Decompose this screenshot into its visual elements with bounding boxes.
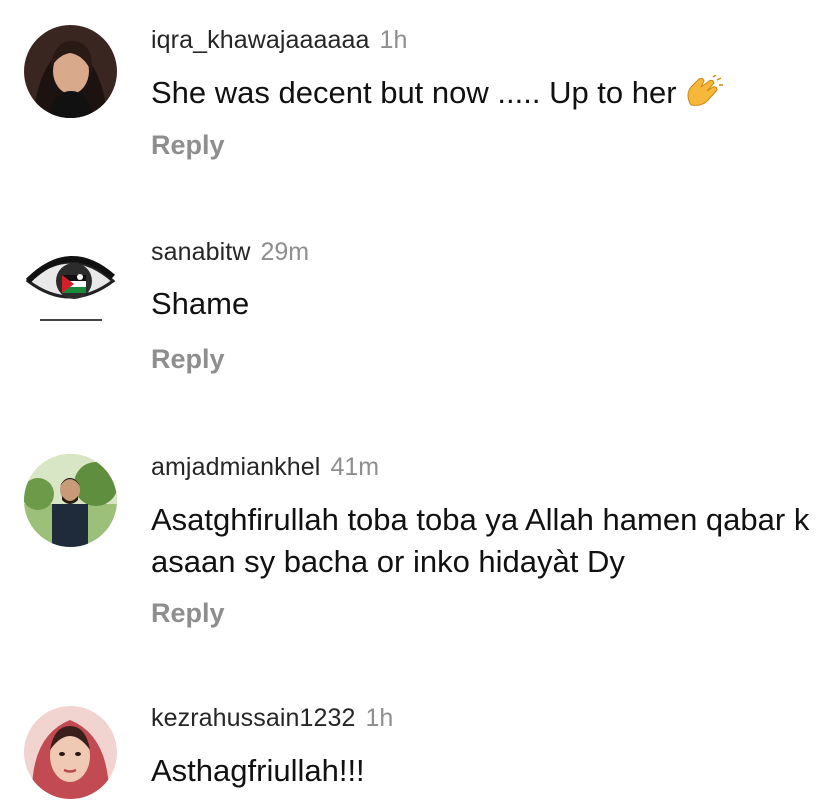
avatar[interactable] [24, 706, 117, 799]
timestamp: 1h [365, 704, 394, 732]
timestamp: 41m [330, 453, 380, 481]
comment-meta: iqra_khawajaaaaaa 1h [151, 26, 407, 55]
comment-text: She was decent but now ..... Up to her [151, 72, 815, 120]
comment-body: Asthagfriullah!!! [151, 753, 365, 788]
username[interactable]: amjadmiankhel [151, 453, 320, 481]
comment-meta: kezrahussain1232 1h [151, 704, 393, 733]
avatar-image [24, 25, 117, 118]
comment-meta: sanabitw 29m [151, 238, 309, 267]
reply-button[interactable]: Reply [151, 130, 225, 161]
username[interactable]: kezrahussain1232 [151, 704, 356, 732]
reply-button[interactable]: Reply [151, 598, 225, 629]
comment-meta: amjadmiankhel 41m [151, 453, 379, 482]
username[interactable]: iqra_khawajaaaaaa [151, 26, 370, 54]
comment-body: Asatghfirullah toba toba ya Allah hamen … [151, 502, 810, 579]
username[interactable]: sanabitw [151, 238, 250, 266]
comment-item: sanabitw 29m Shame Reply [0, 220, 835, 420]
comment-body: Shame [151, 286, 250, 321]
avatar[interactable] [24, 454, 117, 547]
comment-text: Shame [151, 283, 815, 325]
timestamp: 29m [260, 238, 310, 266]
comment-body: She was decent but now ..... Up to her [151, 75, 677, 110]
comment-text: Asthagfriullah!!! [151, 750, 815, 792]
avatar-image [24, 235, 117, 328]
comment-item: iqra_khawajaaaaaa 1h She was decent but n… [0, 0, 835, 200]
reply-button[interactable]: Reply [151, 344, 225, 375]
timestamp: 1h [379, 26, 408, 54]
avatar-image [24, 706, 117, 799]
comment-item: amjadmiankhel 41m Asatghfirullah toba tob… [0, 430, 835, 670]
clapping-hands-icon [683, 74, 723, 120]
avatar[interactable] [24, 235, 117, 328]
avatar[interactable] [24, 25, 117, 118]
comment-item: kezrahussain1232 1h Asthagfriullah!!! [0, 690, 835, 807]
comment-text: Asatghfirullah toba toba ya Allah hamen … [151, 499, 815, 583]
avatar-image [24, 454, 117, 547]
